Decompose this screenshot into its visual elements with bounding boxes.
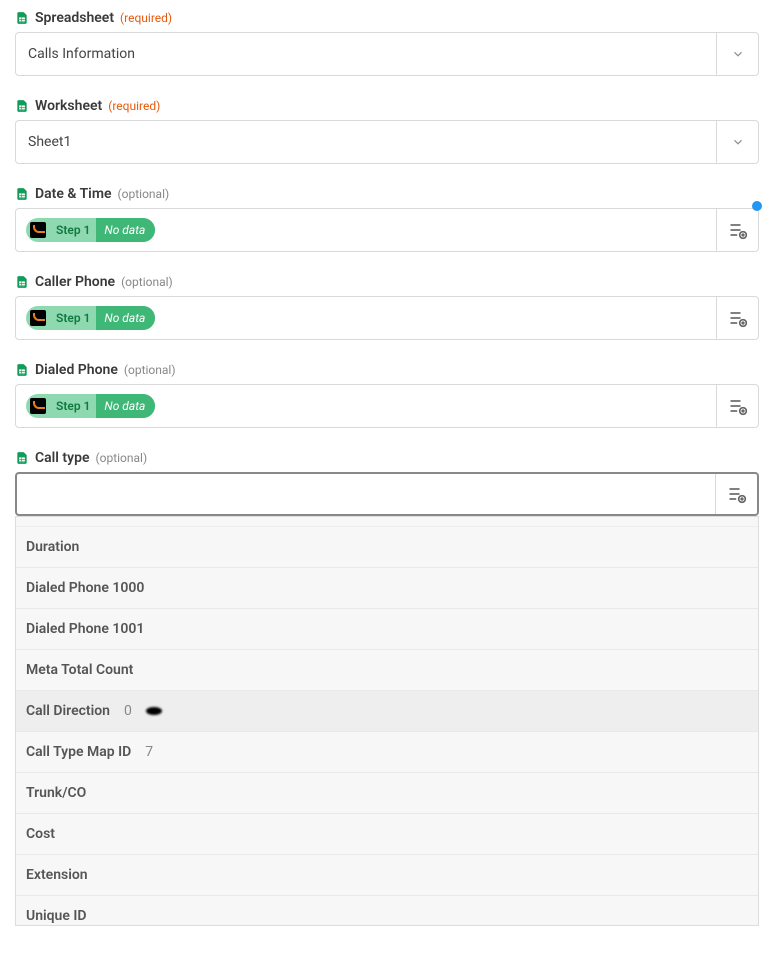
call-type-input[interactable] bbox=[15, 472, 759, 516]
dropdown-item[interactable]: Dialed Phone 1001 bbox=[16, 609, 758, 650]
chip-nodata: No data bbox=[96, 306, 155, 330]
chip-nodata: No data bbox=[96, 218, 155, 242]
call-type-dropdown[interactable]: Duration Dialed Phone 1000 Dialed Phone 10… bbox=[15, 516, 759, 926]
sheets-icon bbox=[15, 186, 29, 202]
dropdown-item-label: Dialed Phone 1000 bbox=[26, 580, 144, 596]
call-type-hint: (optional) bbox=[96, 451, 148, 465]
spreadsheet-hint: (required) bbox=[120, 11, 172, 25]
caller-phone-hint: (optional) bbox=[121, 275, 173, 289]
field-caller-phone: Caller Phone (optional) Step 1 No data bbox=[15, 274, 759, 340]
sheets-icon bbox=[15, 450, 29, 466]
dropdown-item-value: 7 bbox=[145, 744, 153, 760]
chip-step-label: Step 1 bbox=[50, 311, 96, 325]
input-content: Step 1 No data bbox=[16, 385, 716, 427]
input-content: Step 1 No data bbox=[16, 297, 716, 339]
dropdown-item-label: Call Direction bbox=[26, 703, 110, 719]
dialed-phone-hint: (optional) bbox=[124, 363, 176, 377]
worksheet-value: Sheet1 bbox=[16, 121, 716, 163]
dropdown-item-label: Extension bbox=[26, 867, 88, 883]
step-chip[interactable]: Step 1 No data bbox=[26, 394, 155, 418]
field-label-row: Dialed Phone (optional) bbox=[15, 362, 759, 378]
dropdown-item[interactable]: Call Type Map ID 7 bbox=[16, 732, 758, 773]
field-worksheet: Worksheet (required) Sheet1 bbox=[15, 98, 759, 164]
chip-step-label: Step 1 bbox=[50, 223, 96, 237]
field-label-row: Spreadsheet (required) bbox=[15, 10, 759, 26]
dialed-phone-label: Dialed Phone bbox=[35, 362, 118, 378]
field-label-row: Date & Time (optional) bbox=[15, 186, 759, 202]
field-spreadsheet: Spreadsheet (required) Calls Information bbox=[15, 10, 759, 76]
worksheet-label: Worksheet bbox=[35, 98, 102, 114]
field-dialed-phone: Dialed Phone (optional) Step 1 No data bbox=[15, 362, 759, 428]
chip-step-label: Step 1 bbox=[50, 399, 96, 413]
insert-data-icon[interactable] bbox=[716, 385, 758, 427]
field-label-row: Worksheet (required) bbox=[15, 98, 759, 114]
sheets-icon bbox=[15, 274, 29, 290]
redacted-blob bbox=[146, 707, 162, 715]
step-chip[interactable]: Step 1 No data bbox=[26, 218, 155, 242]
field-call-type: Call type (optional) bbox=[15, 450, 759, 516]
dropdown-item[interactable]: Trunk/CO bbox=[16, 773, 758, 814]
field-datetime: Date & Time (optional) Step 1 No data bbox=[15, 186, 759, 252]
step-chip[interactable]: Step 1 No data bbox=[26, 306, 155, 330]
dropdown-item[interactable]: Dialed Phone 1000 bbox=[16, 568, 758, 609]
chip-app-icon bbox=[30, 222, 46, 238]
insert-data-icon[interactable] bbox=[716, 297, 758, 339]
dropdown-item-value: 0 bbox=[124, 703, 132, 719]
field-label-row: Call type (optional) bbox=[15, 450, 759, 466]
dialed-phone-input[interactable]: Step 1 No data bbox=[15, 384, 759, 428]
datetime-hint: (optional) bbox=[118, 187, 170, 201]
dropdown-item-label: Trunk/CO bbox=[26, 785, 86, 801]
notification-dot bbox=[752, 201, 762, 211]
call-type-label: Call type bbox=[35, 450, 90, 466]
insert-data-icon[interactable] bbox=[716, 209, 758, 251]
datetime-input[interactable]: Step 1 No data bbox=[15, 208, 759, 252]
dropdown-item-label: Unique ID bbox=[26, 908, 87, 924]
sheets-icon bbox=[15, 98, 29, 114]
input-content[interactable] bbox=[17, 474, 715, 514]
field-label-row: Caller Phone (optional) bbox=[15, 274, 759, 290]
dropdown-item[interactable]: Duration bbox=[16, 527, 758, 568]
sheets-icon bbox=[15, 362, 29, 378]
dropdown-gap bbox=[16, 517, 758, 527]
dropdown-item[interactable]: Cost bbox=[16, 814, 758, 855]
sheets-icon bbox=[15, 10, 29, 26]
dropdown-item[interactable]: Unique ID bbox=[16, 896, 758, 926]
dropdown-item-label: Call Type Map ID bbox=[26, 744, 131, 760]
insert-data-icon[interactable] bbox=[715, 474, 757, 514]
spreadsheet-value: Calls Information bbox=[16, 33, 716, 75]
dropdown-item[interactable]: Meta Total Count bbox=[16, 650, 758, 691]
chip-app-icon bbox=[30, 398, 46, 414]
dropdown-item[interactable]: Extension bbox=[16, 855, 758, 896]
worksheet-hint: (required) bbox=[108, 99, 160, 113]
worksheet-select[interactable]: Sheet1 bbox=[15, 120, 759, 164]
dropdown-item-label: Meta Total Count bbox=[26, 662, 133, 678]
chip-app-icon bbox=[30, 310, 46, 326]
dropdown-item[interactable]: Call Direction 0 bbox=[16, 691, 758, 732]
spreadsheet-label: Spreadsheet bbox=[35, 10, 114, 26]
spreadsheet-select[interactable]: Calls Information bbox=[15, 32, 759, 76]
chevron-down-icon[interactable] bbox=[716, 121, 758, 163]
chip-nodata: No data bbox=[96, 394, 155, 418]
caller-phone-input[interactable]: Step 1 No data bbox=[15, 296, 759, 340]
input-content: Step 1 No data bbox=[16, 209, 716, 251]
dropdown-item-label: Cost bbox=[26, 826, 55, 842]
caller-phone-label: Caller Phone bbox=[35, 274, 115, 290]
dropdown-item-label: Dialed Phone 1001 bbox=[26, 621, 144, 637]
datetime-label: Date & Time bbox=[35, 186, 112, 202]
chevron-down-icon[interactable] bbox=[716, 33, 758, 75]
dropdown-item-label: Duration bbox=[26, 539, 79, 555]
